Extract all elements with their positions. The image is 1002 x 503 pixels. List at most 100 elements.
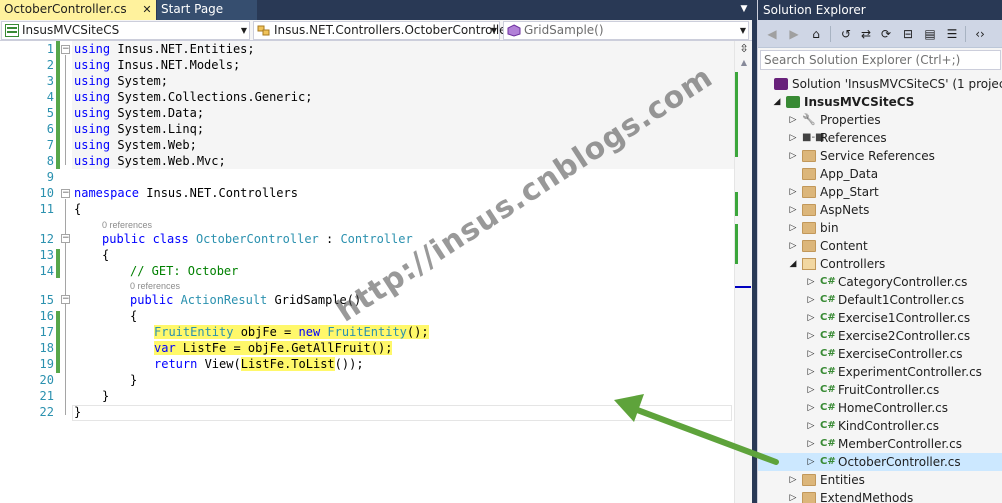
csharp-file-icon: C# bbox=[820, 438, 836, 449]
line-number: 12 bbox=[39, 232, 54, 246]
collapse-icon[interactable]: ⊟ bbox=[900, 26, 916, 42]
back-icon[interactable]: ◀ bbox=[764, 26, 780, 42]
show-all-icon[interactable]: ▤ bbox=[922, 26, 938, 42]
collapse-region-icon[interactable]: − bbox=[61, 189, 70, 198]
tree-item[interactable]: ◢ Controllers bbox=[758, 255, 1002, 273]
tree-item[interactable]: ▷ C# Exercise2Controller.cs bbox=[758, 327, 1002, 345]
code-line-15: public ActionResult GridSample() bbox=[130, 292, 361, 308]
type-name: ActionResult bbox=[173, 293, 268, 307]
project-dropdown[interactable]: InsusMVCSiteCS ▼ bbox=[1, 21, 250, 40]
collapsed-arrow-icon[interactable]: ▷ bbox=[806, 363, 816, 381]
collapsed-arrow-icon[interactable]: ▷ bbox=[806, 309, 816, 327]
keyword: using bbox=[74, 122, 111, 136]
tree-item-label: Content bbox=[820, 239, 868, 253]
tree-item[interactable]: ▷ C# Default1Controller.cs bbox=[758, 291, 1002, 309]
home-icon[interactable]: ⌂ bbox=[808, 26, 824, 42]
line-number: 22 bbox=[39, 405, 54, 419]
tree-item[interactable]: ▷ 🔧 Properties bbox=[758, 111, 1002, 129]
codelens-references[interactable]: 0 references bbox=[130, 280, 180, 292]
sync-icon[interactable]: ⇄ bbox=[858, 26, 874, 42]
collapsed-arrow-icon[interactable]: ▷ bbox=[788, 147, 798, 165]
scroll-up-icon[interactable]: ▲ bbox=[738, 58, 750, 68]
namespace-name: System.Linq; bbox=[110, 122, 205, 136]
tab-start-page[interactable]: Start Page bbox=[157, 0, 257, 20]
collapsed-arrow-icon[interactable]: ▷ bbox=[806, 417, 816, 435]
brace: } bbox=[102, 389, 110, 403]
code-text: objFe = bbox=[233, 325, 299, 339]
tree-item[interactable]: ▷ C# ExperimentController.cs bbox=[758, 363, 1002, 381]
tab-label: OctoberController.cs bbox=[4, 2, 127, 16]
refresh-icon[interactable]: ⟳ bbox=[878, 26, 894, 42]
tree-item[interactable]: ▷ C# Exercise1Controller.cs bbox=[758, 309, 1002, 327]
collapse-region-icon[interactable]: − bbox=[61, 295, 70, 304]
collapsed-arrow-icon[interactable]: ▷ bbox=[806, 435, 816, 453]
tab-october-controller[interactable]: OctoberController.cs ✕ bbox=[0, 0, 156, 20]
collapsed-arrow-icon[interactable]: ▷ bbox=[806, 345, 816, 363]
close-tab-icon[interactable]: ✕ bbox=[140, 0, 154, 19]
project-icon bbox=[786, 96, 800, 108]
tree-item[interactable]: ▷ C# ExerciseController.cs bbox=[758, 345, 1002, 363]
collapsed-arrow-icon[interactable]: ▷ bbox=[806, 453, 816, 471]
line-number: 14 bbox=[39, 264, 54, 278]
forward-icon[interactable]: ▶ bbox=[786, 26, 802, 42]
keyword: using bbox=[74, 106, 111, 120]
csharp-file-icon: C# bbox=[820, 402, 836, 413]
code-line-using: using System.Collections.Generic; bbox=[74, 89, 312, 105]
tree-item[interactable]: ▷ bin bbox=[758, 219, 1002, 237]
collapsed-arrow-icon[interactable]: ▷ bbox=[788, 129, 798, 147]
type-name: FruitEntity bbox=[320, 325, 407, 339]
tree-item[interactable]: ▷ ■-■ References bbox=[758, 129, 1002, 147]
line-number: 18 bbox=[39, 341, 54, 355]
keyword: using bbox=[74, 138, 111, 152]
code-text: ListFe = objFe.GetAllFruit(); bbox=[175, 341, 393, 355]
tree-item-label: Controllers bbox=[820, 257, 886, 271]
collapsed-arrow-icon[interactable]: ▷ bbox=[806, 381, 816, 399]
tree-item[interactable]: ▷ C# CategoryController.cs bbox=[758, 273, 1002, 291]
expanded-arrow-icon[interactable]: ◢ bbox=[788, 255, 798, 273]
properties-icon[interactable]: ☰ bbox=[944, 26, 960, 42]
search-solution-explorer-input[interactable]: Search Solution Explorer (Ctrl+;) bbox=[760, 50, 1001, 70]
tree-item-label: Service References bbox=[820, 149, 935, 163]
code-line-21: } bbox=[102, 388, 109, 404]
tree-item[interactable]: Solution 'InsusMVCSiteCS' (1 project) bbox=[758, 75, 1002, 93]
tree-item[interactable]: App_Data bbox=[758, 165, 1002, 183]
tree-item[interactable]: ▷ AspNets bbox=[758, 201, 1002, 219]
brace: } bbox=[74, 405, 82, 419]
chevron-down-icon: ▼ bbox=[739, 26, 746, 35]
line-number: 1 bbox=[46, 42, 54, 56]
collapsed-arrow-icon[interactable]: ▷ bbox=[788, 111, 798, 129]
line-number: 16 bbox=[39, 309, 54, 323]
code-line-14: // GET: October bbox=[130, 263, 238, 279]
code-line-22: } bbox=[74, 404, 81, 420]
tree-item[interactable]: ▷ App_Start bbox=[758, 183, 1002, 201]
collapsed-arrow-icon[interactable]: ▷ bbox=[806, 273, 816, 291]
tree-item-label: AspNets bbox=[820, 203, 870, 217]
collapsed-arrow-icon[interactable]: ▷ bbox=[788, 219, 798, 237]
history-icon[interactable]: ↺ bbox=[838, 26, 854, 42]
expanded-arrow-icon[interactable]: ◢ bbox=[772, 93, 782, 111]
tree-item[interactable]: ◢ InsusMVCSiteCS bbox=[758, 93, 1002, 111]
code-line-using: using System.Web; bbox=[74, 137, 197, 153]
chevron-down-icon: ▼ bbox=[490, 26, 497, 35]
scrollbar-change-marker bbox=[735, 192, 738, 216]
view-code-icon[interactable]: ‹› bbox=[972, 26, 988, 42]
tree-item[interactable]: ▷ Service References bbox=[758, 147, 1002, 165]
tree-item[interactable]: ▷ ExtendMethods bbox=[758, 489, 1002, 503]
tree-item[interactable]: ▷ Content bbox=[758, 237, 1002, 255]
collapsed-arrow-icon[interactable]: ▷ bbox=[788, 183, 798, 201]
collapse-region-icon[interactable]: − bbox=[61, 234, 70, 243]
collapsed-arrow-icon[interactable]: ▷ bbox=[806, 291, 816, 309]
class-dropdown[interactable]: Insus.NET.Controllers.OctoberController … bbox=[253, 21, 512, 40]
tree-item-label: MemberController.cs bbox=[838, 437, 962, 451]
collapsed-arrow-icon[interactable]: ▷ bbox=[806, 327, 816, 345]
chevron-down-icon[interactable]: ▼ bbox=[738, 4, 750, 16]
collapsed-arrow-icon[interactable]: ▷ bbox=[788, 237, 798, 255]
collapsed-arrow-icon[interactable]: ▷ bbox=[788, 201, 798, 219]
collapsed-arrow-icon[interactable]: ▷ bbox=[788, 489, 798, 503]
line-number: 21 bbox=[39, 389, 54, 403]
collapsed-arrow-icon[interactable]: ▷ bbox=[806, 399, 816, 417]
split-window-icon[interactable]: ⇳ bbox=[738, 43, 750, 55]
collapse-region-icon[interactable]: − bbox=[61, 45, 70, 54]
member-dropdown[interactable]: GridSample() ▼ bbox=[503, 21, 749, 40]
codelens-references[interactable]: 0 references bbox=[102, 219, 152, 231]
